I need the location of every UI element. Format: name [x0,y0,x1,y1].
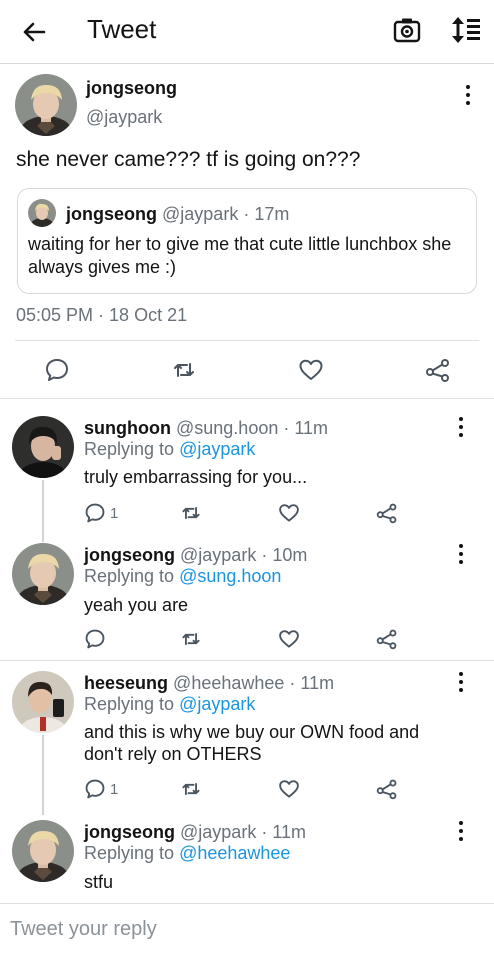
more-vertical-icon[interactable] [456,543,466,565]
replying-to: Replying to @jaypark [84,439,255,460]
quoted-time: · 17m [243,204,290,224]
reply-author-name[interactable]: jongseong [84,545,175,565]
comment-icon[interactable] [84,502,106,524]
avatar[interactable] [12,416,74,478]
reply-text: truly embarrassing for you... [84,467,308,487]
reply-header: jongseong @jaypark · 10m [84,545,307,566]
reply-text: and this is why we buy our OWN food and … [84,722,420,764]
avatar[interactable] [15,74,77,136]
avatar[interactable] [12,543,74,605]
quoted-author-handle: @jaypark [162,204,239,224]
divider [0,660,494,661]
more-vertical-icon[interactable] [456,416,466,438]
sort-icon[interactable] [450,15,482,45]
replying-to: Replying to @jaypark [84,694,255,715]
heart-icon[interactable] [298,357,324,383]
reply-time: · 11m [289,673,335,693]
quoted-author: jongseong @jaypark · 17m [66,204,289,225]
reply-text: yeah you are [84,595,189,615]
heart-icon[interactable] [278,778,300,800]
retweet-icon[interactable] [180,778,202,800]
replying-to-link[interactable]: @jaypark [179,439,255,459]
camera-icon[interactable] [393,16,421,44]
thread-line [42,480,44,542]
replying-to: Replying to @sung.hoon [84,566,281,587]
retweet-icon[interactable] [180,502,202,524]
reply-author-handle[interactable]: @jaypark [180,545,256,565]
replying-to-label: Replying to [84,694,175,714]
retweet-icon[interactable] [180,628,202,650]
share-icon[interactable] [376,778,398,800]
reply-count: 1 [110,505,119,522]
arrow-left-icon[interactable] [18,16,50,48]
reply-time: · 11m [261,822,307,842]
heart-icon[interactable] [278,502,300,524]
share-icon[interactable] [376,628,398,650]
reply-header: sunghoon @sung.hoon · 11m [84,418,328,439]
author-handle[interactable]: @jaypark [86,107,162,128]
author-name[interactable]: jongseong [86,78,177,99]
replying-to-link[interactable]: @sung.hoon [179,566,281,586]
reply-count: 1 [110,781,119,798]
tweet-text: she never came??? tf is going on??? [16,148,361,171]
thread-line [42,735,44,815]
reply-text: stfu [84,872,114,892]
comment-icon[interactable] [84,778,106,800]
replying-to-link[interactable]: @jaypark [179,694,255,714]
reply-header: heeseung @heehawhee · 11m [84,673,334,694]
reply-author-handle[interactable]: @sung.hoon [176,418,278,438]
replying-to-label: Replying to [84,439,175,459]
replying-to-link[interactable]: @heehawhee [179,843,290,863]
reply-author-handle[interactable]: @heehawhee [173,673,284,693]
share-icon[interactable] [425,357,451,383]
quoted-author-name: jongseong [66,204,157,224]
reply-author-name[interactable]: jongseong [84,822,175,842]
more-vertical-icon[interactable] [456,671,466,693]
page-title: Tweet [87,14,157,44]
share-icon[interactable] [376,502,398,524]
heart-icon[interactable] [278,628,300,650]
comment-icon[interactable] [44,357,70,383]
quoted-tweet[interactable]: jongseong @jaypark · 17m waiting for her… [17,188,477,294]
reply-author-name[interactable]: sunghoon [84,418,171,438]
reply-header: jongseong @jaypark · 11m [84,822,306,843]
retweet-icon[interactable] [171,357,197,383]
avatar [28,199,56,227]
tweet-timestamp: 05:05 PM · 18 Oct 21 [16,305,188,325]
reply-author-handle[interactable]: @jaypark [180,822,256,842]
more-vertical-icon[interactable] [463,84,473,106]
top-bar: Tweet [0,0,494,64]
divider [0,398,494,399]
more-vertical-icon[interactable] [456,820,466,842]
replying-to: Replying to @heehawhee [84,843,290,864]
avatar[interactable] [12,671,74,733]
quoted-text: waiting for her to give me that cute lit… [28,234,452,277]
reply-input[interactable]: Tweet your reply [10,918,157,941]
replying-to-label: Replying to [84,566,175,586]
comment-icon[interactable] [84,628,106,650]
divider [15,340,479,341]
reply-time: · 10m [261,545,308,565]
avatar[interactable] [12,820,74,882]
reply-author-name[interactable]: heeseung [84,673,168,693]
divider [0,903,494,904]
reply-time: · 11m [283,418,329,438]
replying-to-label: Replying to [84,843,175,863]
